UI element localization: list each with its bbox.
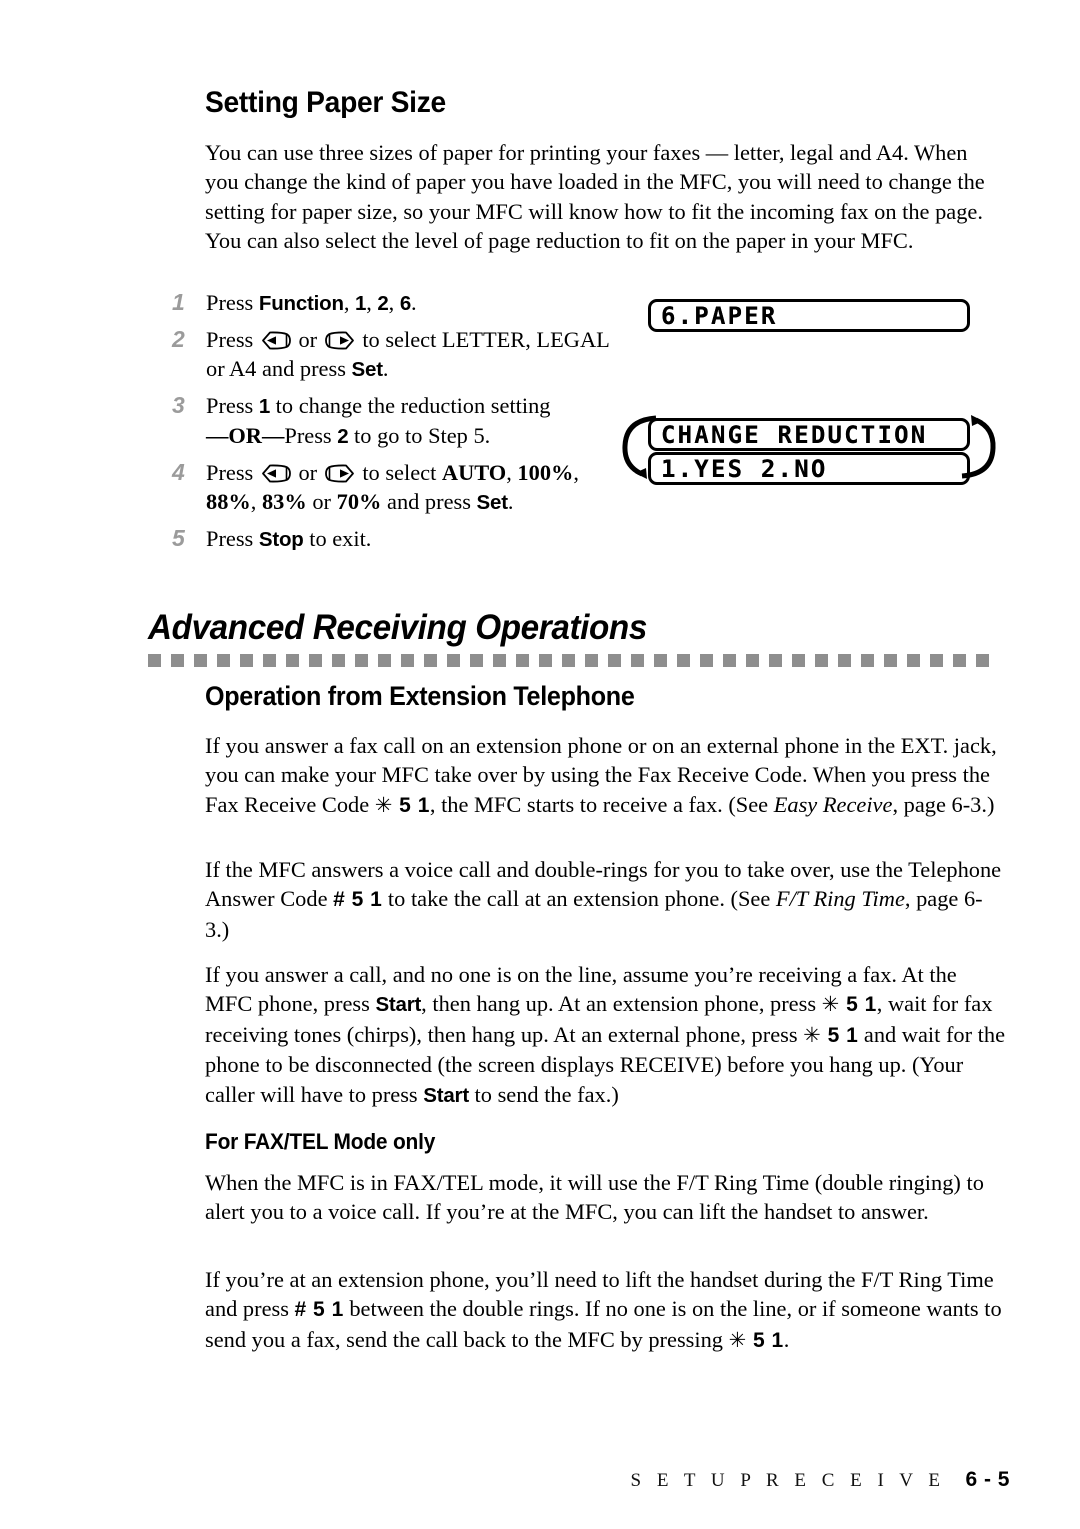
telephone-answer-code: # 5 1 bbox=[294, 1298, 344, 1322]
subsection-heading-for-faxtel-mode-only: For FAX/TEL Mode only bbox=[205, 1129, 436, 1154]
key-2: 2 bbox=[377, 292, 389, 315]
paragraph-extension-fax-receive: If you answer a fax call on an extension… bbox=[205, 731, 1005, 820]
lcd-display-change-reduction: CHANGE REDUCTION bbox=[648, 418, 970, 451]
page-footer: S E T U P R E C E I V E 6 - 5 bbox=[0, 1468, 1010, 1492]
key-1: 1 bbox=[258, 394, 271, 418]
step4-mid: or bbox=[292, 459, 323, 485]
key-6: 6 bbox=[399, 292, 412, 315]
arrow-right-key-icon bbox=[324, 464, 355, 483]
step1-pre: Press bbox=[206, 290, 259, 315]
paragraph-no-one-on-line: If you answer a call, and no one is on t… bbox=[205, 960, 1005, 1110]
fax-receive-code: ✳ 5 1 bbox=[803, 1023, 859, 1047]
option-83: 83% bbox=[261, 489, 307, 514]
key-1: 1 bbox=[355, 292, 367, 315]
cross-ref-ft-ring-time: F/T Ring Time bbox=[775, 886, 905, 912]
step2-end: . bbox=[382, 356, 389, 381]
sep: , bbox=[506, 459, 518, 485]
step-number: 4 bbox=[172, 458, 185, 485]
p1-c: , page 6-3.) bbox=[892, 791, 995, 817]
step4-tail: and press bbox=[381, 489, 477, 514]
intro-paragraph: You can use three sizes of paper for pri… bbox=[205, 140, 985, 254]
arrow-left-key-icon bbox=[261, 331, 291, 350]
step3-pre: Press bbox=[206, 392, 259, 418]
fax-receive-code: ✳ 5 1 bbox=[728, 1328, 784, 1352]
or-dash-right: — bbox=[261, 423, 285, 448]
paragraph-faxtel-extension: If you’re at an extension phone, you’ll … bbox=[205, 1265, 1005, 1355]
option-88: 88% bbox=[206, 489, 251, 514]
step4-pre: Press bbox=[206, 459, 259, 485]
sep: or bbox=[306, 489, 337, 514]
key-function: Function bbox=[258, 292, 344, 315]
p3-e: to send the fax.) bbox=[468, 1081, 619, 1107]
p3-b: , then hang up. At an extension phone, p… bbox=[421, 991, 822, 1017]
step2-mid: or bbox=[292, 326, 323, 352]
lcd-display-paper: 6.PAPER bbox=[648, 299, 970, 332]
lcd-text: 1.YES 2.NO bbox=[661, 454, 828, 483]
step-item: 3 Press 1 to change the reduction settin… bbox=[172, 391, 632, 452]
option-auto: AUTO bbox=[441, 459, 507, 485]
option-70: 70% bbox=[336, 489, 382, 514]
option-100: 100% bbox=[517, 459, 574, 485]
step3-post-pre: Press bbox=[284, 423, 338, 448]
step-item: 5 Press Stop to exit. bbox=[172, 524, 632, 555]
step1-post: . bbox=[411, 290, 417, 315]
step-text: Press Function, 1, 2, 6. bbox=[206, 288, 632, 319]
step1-mid3: , bbox=[388, 290, 400, 315]
step-number: 1 bbox=[172, 289, 185, 315]
p2-b: to take the call at an extension phone. … bbox=[382, 886, 776, 912]
paragraph-telephone-answer-code: If the MFC answers a voice call and doub… bbox=[205, 855, 1005, 944]
document-page: Setting Paper Size You can use three siz… bbox=[0, 0, 1080, 1529]
fax-receive-code: ✳ 5 1 bbox=[374, 793, 430, 817]
loop-arrow-right-icon bbox=[961, 415, 996, 479]
loop-arrow-left-icon bbox=[622, 415, 657, 479]
key-stop: Stop bbox=[258, 527, 304, 551]
key-start: Start bbox=[423, 1083, 469, 1107]
sep: , bbox=[250, 489, 262, 514]
step-number: 2 bbox=[172, 325, 185, 352]
step-item: 2 Press or to select LETTER, LEGAL or A4… bbox=[172, 325, 632, 385]
fax-receive-code: ✳ 5 1 bbox=[821, 993, 877, 1017]
key-2: 2 bbox=[337, 425, 349, 448]
p1-b: , the MFC starts to receive a fax. (See bbox=[429, 791, 774, 817]
step-text: Press or to select AUTO, 100%, 88%, 83% … bbox=[206, 458, 632, 518]
step-text: Press 1 to change the reduction setting —… bbox=[206, 391, 632, 452]
footer-page-number: 6 - 5 bbox=[965, 1468, 1010, 1491]
page-title-setting-paper-size: Setting Paper Size bbox=[205, 86, 446, 119]
step4-end: . bbox=[507, 489, 514, 514]
p5-c: . bbox=[783, 1326, 790, 1352]
step-text: Press or to select LETTER, LEGAL or A4 a… bbox=[206, 325, 632, 385]
step4-post: to select bbox=[356, 459, 442, 485]
step3-mid: to change the reduction setting bbox=[270, 392, 551, 418]
step-text: Press Stop to exit. bbox=[206, 524, 632, 555]
lcd-display-yes-no: 1.YES 2.NO bbox=[648, 452, 970, 485]
lcd-text: 6.PAPER bbox=[661, 301, 778, 330]
key-start: Start bbox=[375, 993, 422, 1017]
section-heading-operation-from-extension-telephone: Operation from Extension Telephone bbox=[205, 681, 635, 711]
arrow-left-key-icon bbox=[261, 464, 291, 483]
lcd-text: CHANGE REDUCTION bbox=[661, 420, 928, 449]
step-item: 4 Press or to select AUTO, 100%, 88%, 83… bbox=[172, 458, 632, 518]
step5-pre: Press bbox=[206, 525, 259, 551]
step-number: 3 bbox=[172, 391, 185, 418]
key-set: Set bbox=[351, 358, 384, 381]
step1-mid2: , bbox=[366, 290, 378, 315]
footer-section-title: S E T U P R E C E I V E bbox=[630, 1470, 946, 1491]
arrow-right-key-icon bbox=[324, 331, 355, 350]
step5-post: to exit. bbox=[303, 525, 372, 551]
or-label: OR bbox=[228, 423, 262, 448]
step1-mid1: , bbox=[343, 290, 356, 315]
step-number: 5 bbox=[172, 524, 185, 551]
step-item: 1 Press Function, 1, 2, 6. bbox=[172, 288, 632, 319]
step3-post: to go to Step 5. bbox=[348, 423, 491, 448]
key-set: Set bbox=[476, 491, 509, 514]
or-dash-left: — bbox=[206, 423, 229, 448]
paragraph-faxtel-ring-time: When the MFC is in FAX/TEL mode, it will… bbox=[205, 1170, 984, 1225]
cross-ref-easy-receive: Easy Receive bbox=[773, 791, 893, 817]
steps-list: 1 Press Function, 1, 2, 6. 2 Press or to… bbox=[172, 288, 632, 560]
chapter-divider bbox=[148, 654, 993, 667]
chapter-heading: Advanced Receiving Operations bbox=[148, 608, 647, 647]
sep: , bbox=[573, 459, 580, 485]
step2-pre: Press bbox=[206, 326, 259, 352]
telephone-answer-code: # 5 1 bbox=[333, 888, 383, 912]
